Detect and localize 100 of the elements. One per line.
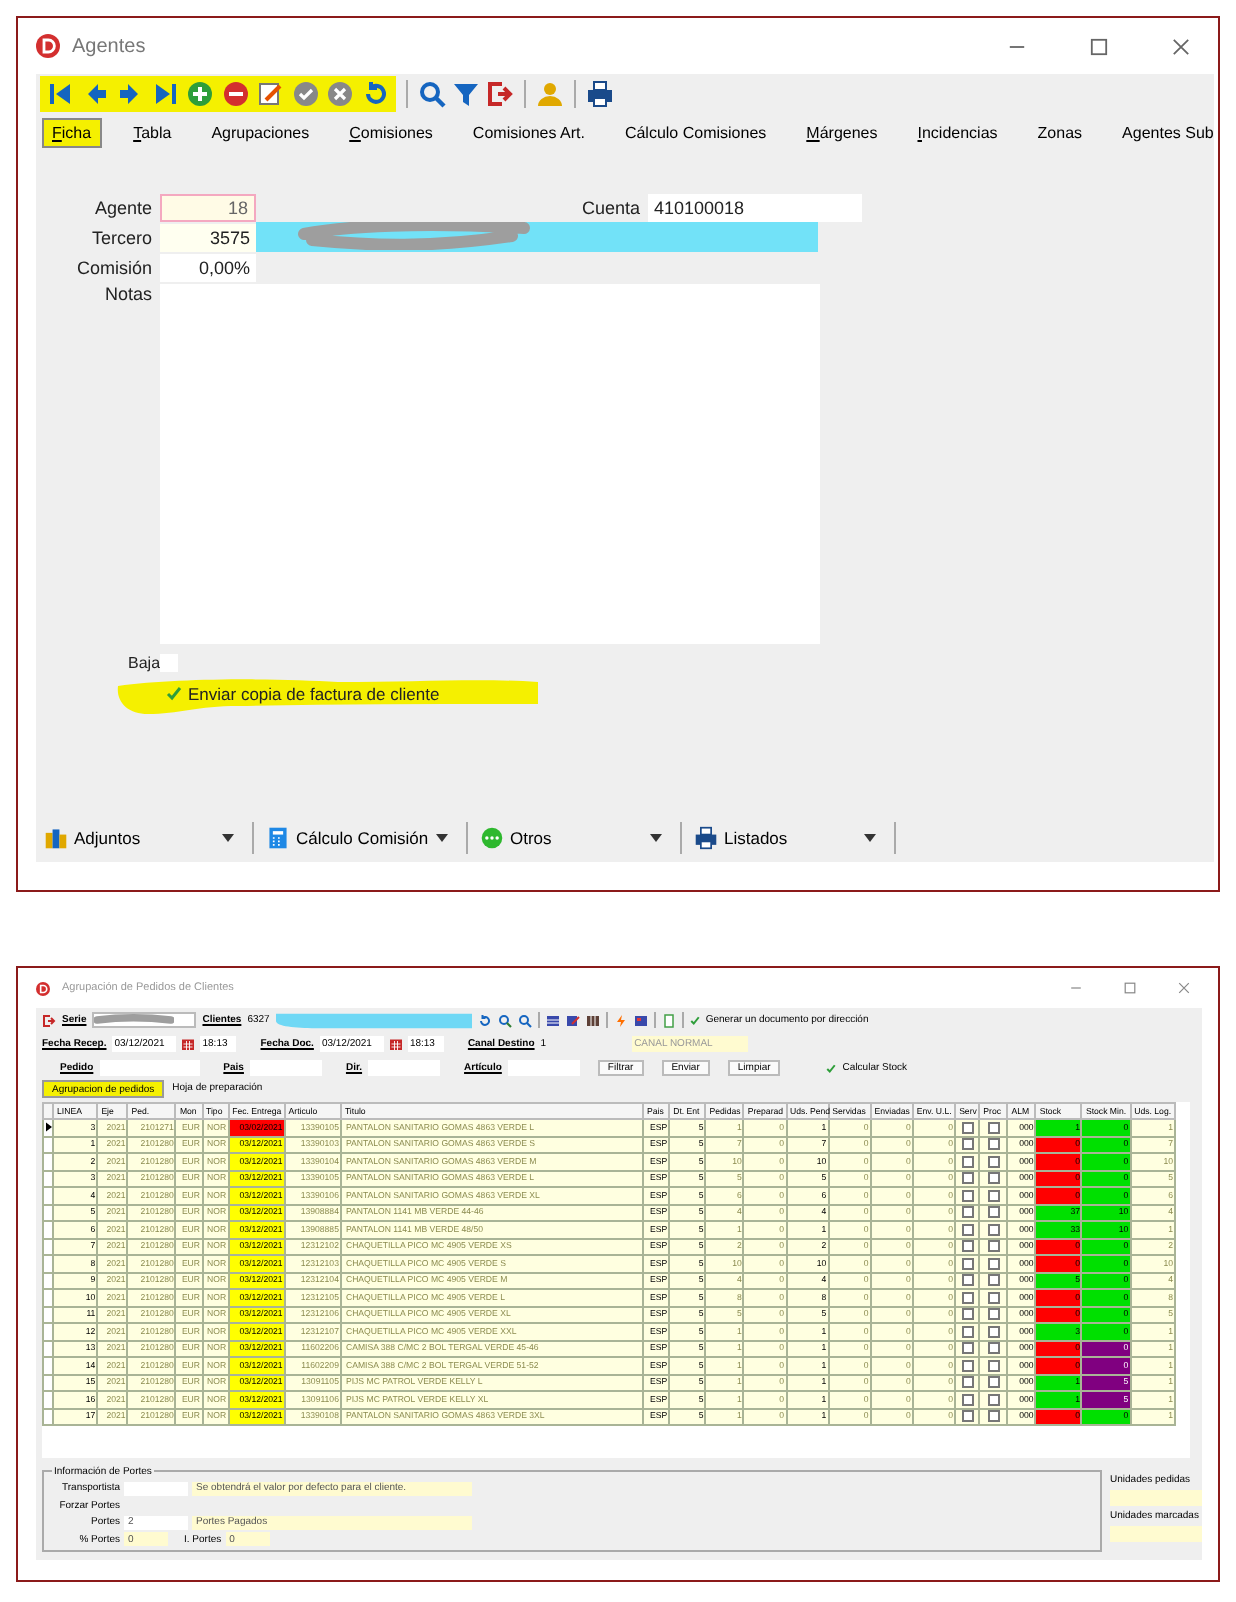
- check-icon[interactable]: [291, 80, 319, 108]
- search-icon[interactable]: [497, 1013, 512, 1027]
- checkbox[interactable]: [961, 1393, 974, 1406]
- checkbox[interactable]: [961, 1291, 974, 1304]
- checkbox[interactable]: [987, 1257, 1000, 1270]
- tab[interactable]: Agrupaciones: [203, 119, 318, 145]
- exit-icon[interactable]: [42, 1013, 56, 1027]
- edit-icon[interactable]: [565, 1013, 580, 1027]
- tab[interactable]: Incidencias: [909, 119, 1006, 145]
- checkbox[interactable]: [961, 1325, 974, 1338]
- document-icon[interactable]: [661, 1013, 676, 1027]
- checkmark-icon[interactable]: [826, 1063, 837, 1073]
- field-label: Agente: [92, 198, 154, 218]
- dropdown-button[interactable]: Otros: [480, 822, 668, 854]
- lightning-icon[interactable]: [613, 1013, 628, 1027]
- close-icon[interactable]: [1178, 982, 1190, 994]
- checkbox[interactable]: [961, 1308, 974, 1321]
- third-party-field[interactable]: 3575: [160, 223, 256, 251]
- row-pointer-icon: [45, 1122, 51, 1133]
- caret-icon: [650, 834, 662, 842]
- grid-icon[interactable]: [585, 1013, 600, 1027]
- maximize-icon[interactable]: [1124, 982, 1136, 994]
- checkbox[interactable]: [987, 1376, 1000, 1389]
- checkbox[interactable]: [987, 1172, 1000, 1185]
- account-field[interactable]: 410100018: [648, 194, 862, 222]
- dropdown-button[interactable]: Adjuntos: [44, 822, 240, 854]
- checkbox[interactable]: [987, 1240, 1000, 1253]
- search-icon[interactable]: [417, 80, 445, 108]
- checkbox[interactable]: [987, 1274, 1000, 1287]
- grid-icon[interactable]: [633, 1013, 648, 1027]
- checkbox[interactable]: [961, 1138, 974, 1151]
- checkbox[interactable]: [987, 1410, 1000, 1423]
- checkbox[interactable]: [961, 1189, 974, 1202]
- checkbox[interactable]: [961, 1376, 974, 1389]
- checkbox[interactable]: [961, 1240, 974, 1253]
- checkbox[interactable]: [961, 1257, 974, 1270]
- plus-icon[interactable]: [186, 80, 214, 108]
- units-field: [1110, 1490, 1202, 1506]
- checkbox[interactable]: [987, 1206, 1000, 1219]
- checkbox[interactable]: [961, 1223, 974, 1236]
- calendar-icon[interactable]: [182, 1038, 195, 1050]
- tab[interactable]: Agentes Sub: [1114, 119, 1222, 145]
- caret-icon: [222, 834, 234, 842]
- right-arrow-icon[interactable]: [116, 80, 144, 108]
- checkbox[interactable]: [961, 1206, 974, 1219]
- tab[interactable]: Cálculo Comisiones: [616, 119, 775, 145]
- calendar-icon[interactable]: [389, 1038, 402, 1050]
- checkbox[interactable]: [987, 1223, 1000, 1236]
- tab[interactable]: Comisiones: [341, 119, 441, 145]
- checkbox[interactable]: [987, 1393, 1000, 1406]
- series-dropdown[interactable]: [92, 1012, 197, 1028]
- checkbox[interactable]: [961, 1172, 974, 1185]
- checkbox[interactable]: [961, 1155, 974, 1168]
- printer-icon[interactable]: [585, 80, 613, 108]
- checkbox[interactable]: [961, 1274, 974, 1287]
- skip-back-icon[interactable]: [46, 80, 74, 108]
- printer-icon: [694, 826, 718, 850]
- calculator-icon: [266, 826, 290, 850]
- cancel-icon[interactable]: [326, 80, 354, 108]
- grid-icon[interactable]: [545, 1013, 560, 1027]
- checkbox[interactable]: [987, 1138, 1000, 1151]
- checkbox[interactable]: [961, 1410, 974, 1423]
- more-icon: [480, 826, 504, 850]
- dropdown-button[interactable]: Listados: [694, 822, 882, 854]
- skip-forward-icon[interactable]: [151, 80, 179, 108]
- tab[interactable]: Ficha: [42, 117, 102, 147]
- tab[interactable]: Márgenes: [798, 119, 886, 145]
- checkbox[interactable]: [961, 1342, 974, 1355]
- tab[interactable]: Zonas: [1029, 119, 1091, 145]
- close-icon[interactable]: [1172, 37, 1190, 55]
- commission-field[interactable]: 0,00%: [160, 253, 256, 281]
- checkbox[interactable]: [987, 1121, 1000, 1134]
- checkbox[interactable]: [961, 1121, 974, 1134]
- checkbox[interactable]: [987, 1308, 1000, 1321]
- checkmark-icon[interactable]: [166, 686, 182, 702]
- undo-icon[interactable]: [361, 80, 389, 108]
- dropdown-button[interactable]: Cálculo Comisión: [266, 822, 454, 854]
- checkbox[interactable]: [987, 1155, 1000, 1168]
- app-logo-icon: [36, 981, 50, 995]
- checkbox[interactable]: [987, 1342, 1000, 1355]
- tab[interactable]: Tabla: [125, 119, 180, 145]
- checkbox[interactable]: [961, 1359, 974, 1372]
- checkbox[interactable]: [987, 1359, 1000, 1372]
- checkbox[interactable]: [987, 1325, 1000, 1338]
- field-label: Cuenta: [579, 198, 642, 218]
- checkmark-icon[interactable]: [689, 1015, 700, 1025]
- field-label: Tercero: [89, 227, 154, 247]
- tab[interactable]: Comisiones Art.: [464, 119, 593, 145]
- agent-field[interactable]: 18: [160, 194, 256, 222]
- books-icon: [44, 826, 68, 850]
- undo-icon[interactable]: [477, 1013, 492, 1027]
- edit-icon[interactable]: [256, 80, 284, 108]
- minus-icon[interactable]: [221, 80, 249, 108]
- exit-icon[interactable]: [485, 80, 513, 108]
- checkbox[interactable]: [987, 1189, 1000, 1202]
- checkbox[interactable]: [987, 1291, 1000, 1304]
- filter-icon[interactable]: [451, 80, 479, 108]
- search-icon[interactable]: [517, 1013, 532, 1027]
- maximize-icon[interactable]: [1090, 37, 1108, 55]
- caret-icon: [436, 834, 448, 842]
